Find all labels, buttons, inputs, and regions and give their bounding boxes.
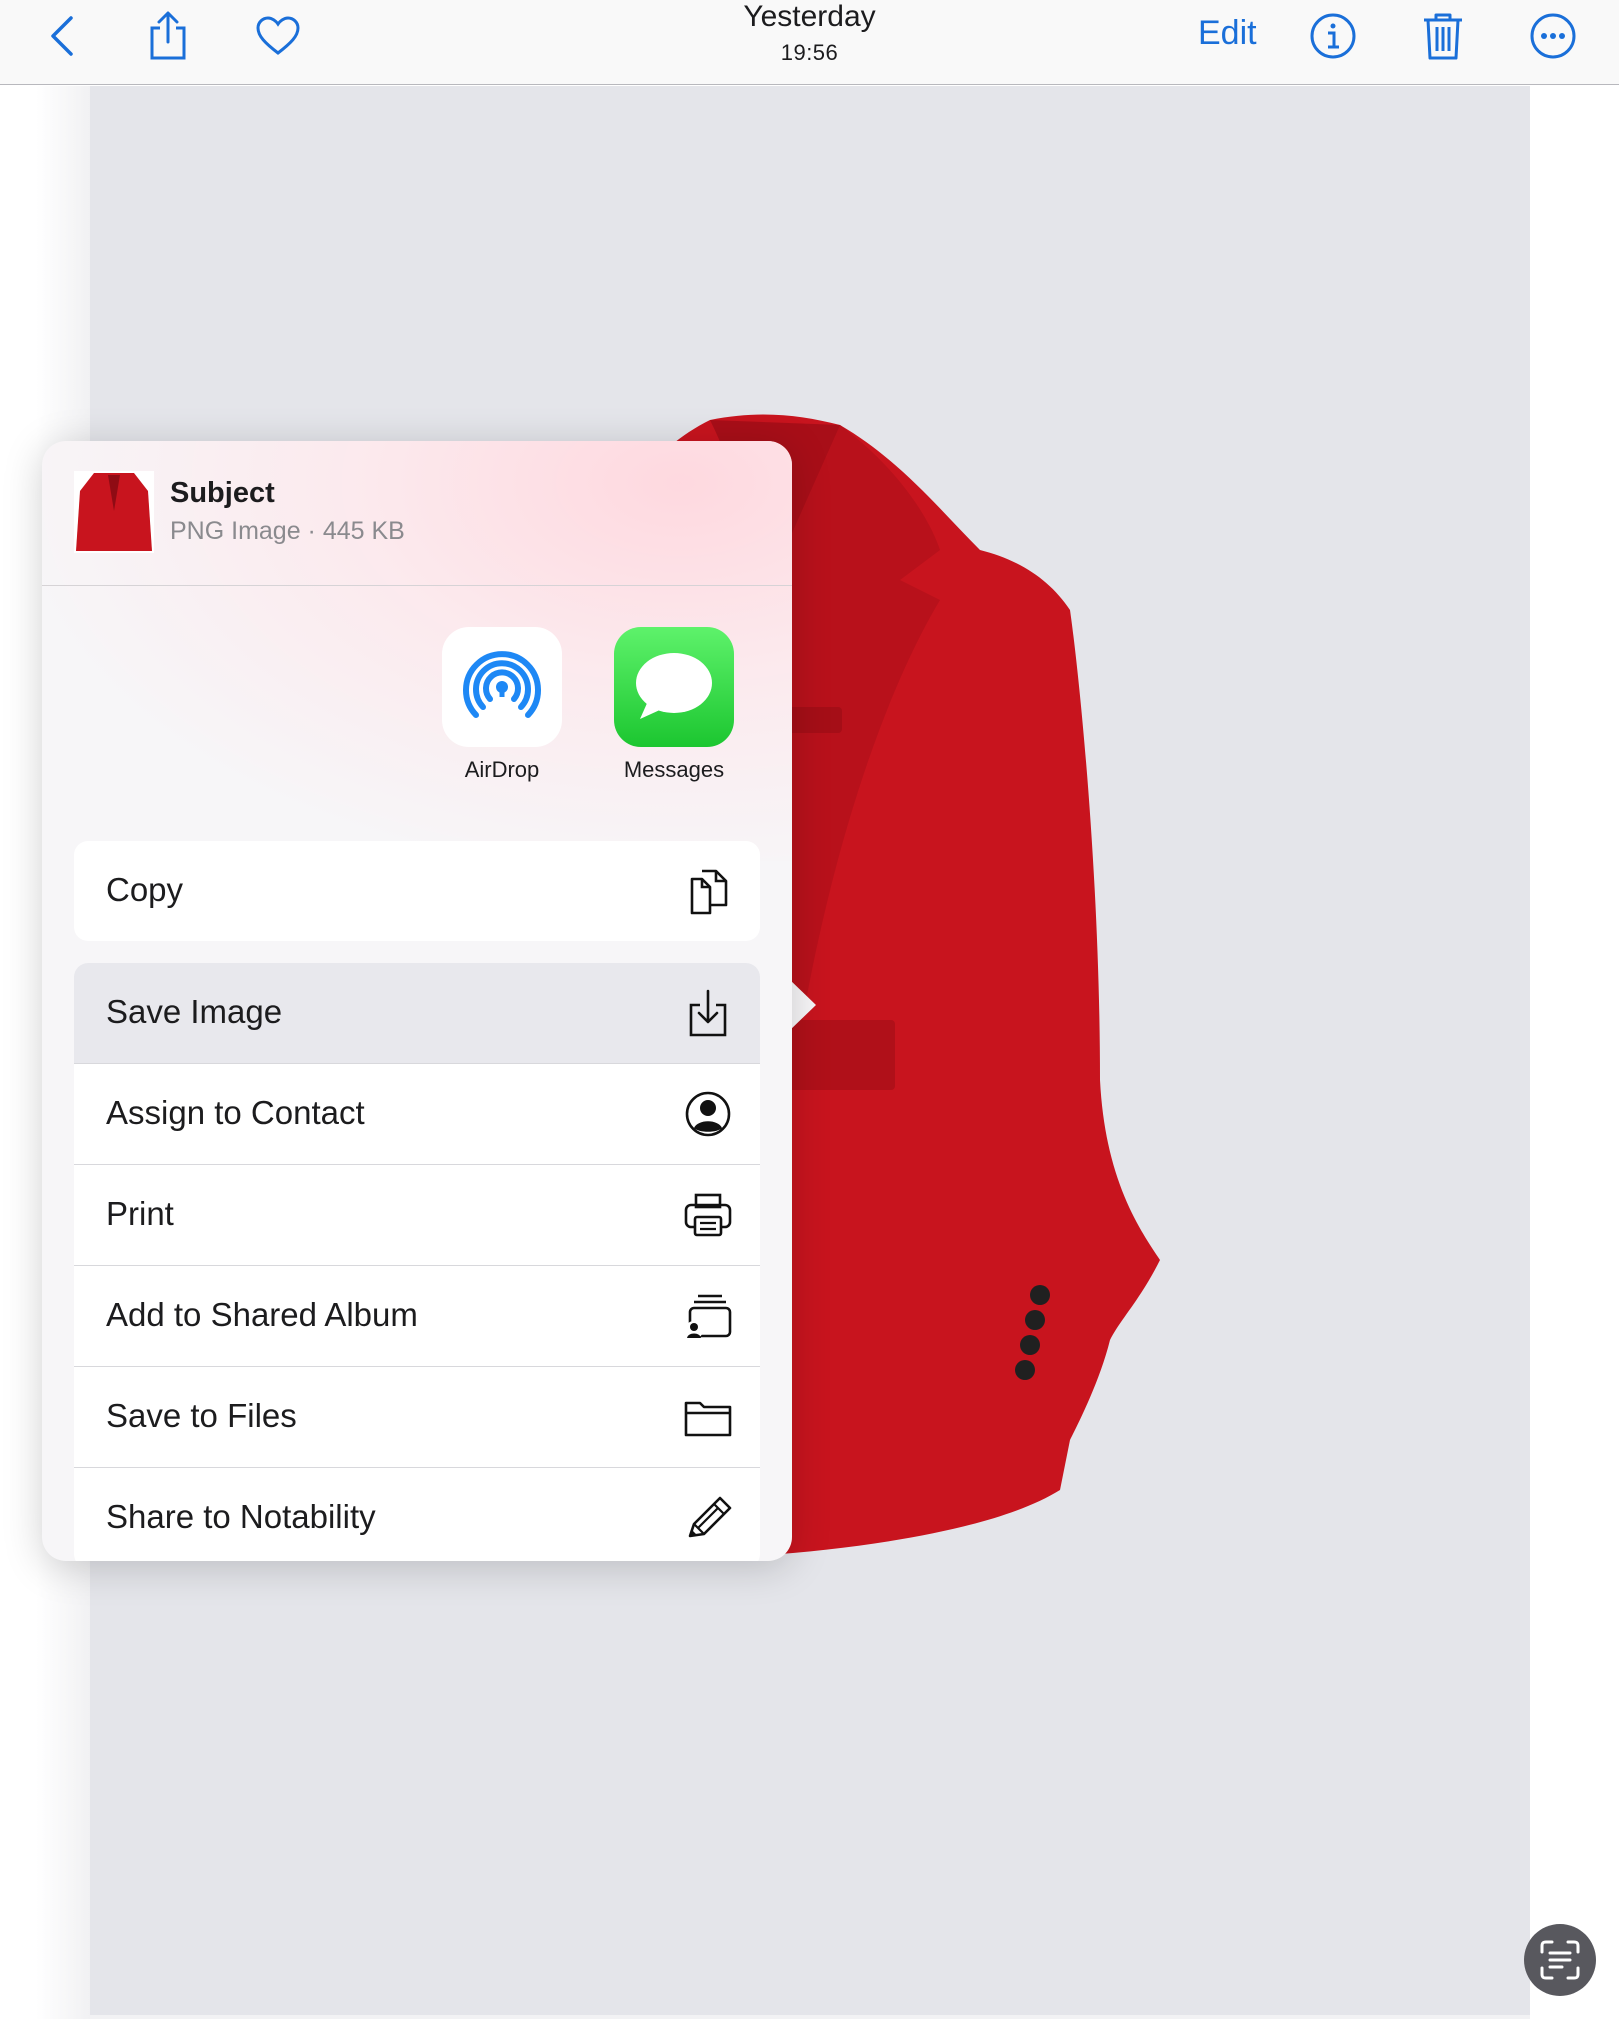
action-copy[interactable]: Copy — [74, 841, 760, 941]
contact-icon — [685, 1091, 731, 1137]
ellipsis-icon[interactable] — [1525, 8, 1581, 64]
action-share-to-notability[interactable]: Share to Notability — [74, 1468, 760, 1561]
save-image-icon — [689, 989, 727, 1037]
action-label: Copy — [106, 871, 184, 908]
item-thumbnail — [74, 471, 154, 553]
action-save-image[interactable]: Save Image — [74, 963, 760, 1064]
trash-icon[interactable] — [1415, 8, 1471, 64]
top-toolbar: Yesterday 19:56 Edit — [0, 0, 1619, 85]
live-text-button[interactable] — [1524, 1924, 1596, 1996]
share-sheet-header: Subject PNG Image · 445 KB — [42, 441, 792, 586]
action-print[interactable]: Print — [74, 1165, 760, 1266]
item-subtitle: PNG Image · 445 KB — [170, 517, 405, 545]
action-label: Print — [106, 1195, 174, 1232]
share-sheet: Subject PNG Image · 445 KB AirDrop Messa… — [42, 441, 792, 1561]
live-text-icon — [1540, 1940, 1580, 1980]
shared-album-icon — [685, 1294, 732, 1339]
action-label: Share to Notability — [106, 1498, 376, 1535]
action-label: Save to Files — [106, 1397, 297, 1434]
info-icon[interactable] — [1305, 8, 1361, 64]
app-label: AirDrop — [464, 757, 540, 782]
popover-arrow — [788, 978, 816, 1032]
messages-icon — [614, 627, 734, 747]
folder-icon — [684, 1401, 732, 1437]
action-assign-to-contact[interactable]: Assign to Contact — [74, 1064, 760, 1165]
app-airdrop[interactable]: AirDrop — [432, 627, 572, 783]
printer-icon — [684, 1193, 732, 1237]
photo-bottom-edge — [90, 2015, 1530, 2019]
app-messages[interactable]: Messages — [604, 627, 744, 783]
action-label: Add to Shared Album — [106, 1296, 418, 1333]
toolbar-time: 19:56 — [780, 40, 839, 65]
item-title: Subject — [170, 477, 275, 509]
edit-button[interactable]: Edit — [1198, 14, 1257, 53]
action-label: Assign to Contact — [106, 1094, 365, 1131]
toolbar-date: Yesterday — [743, 0, 876, 33]
pencil-icon — [688, 1496, 732, 1538]
copy-icon — [690, 869, 728, 915]
app-label: Messages — [623, 757, 725, 782]
action-label: Save Image — [106, 993, 283, 1030]
action-add-to-shared-album[interactable]: Add to Shared Album — [74, 1266, 760, 1367]
copy-group: Copy — [74, 841, 760, 941]
actions-group: Save Image Assign to Contact Print Add t… — [74, 963, 760, 1561]
airdrop-icon — [442, 627, 562, 747]
action-save-to-files[interactable]: Save to Files — [74, 1367, 760, 1468]
